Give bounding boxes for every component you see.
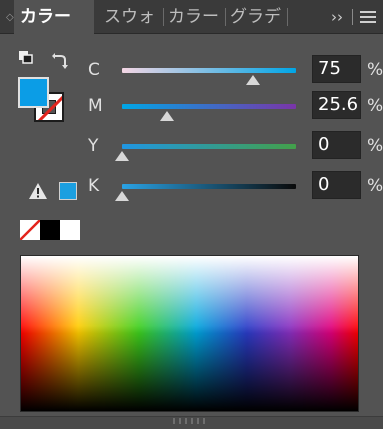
magenta-track[interactable]: [122, 104, 296, 109]
tab-color-label: カラー: [20, 7, 71, 27]
magenta-thumb[interactable]: [159, 111, 174, 121]
cyan-value-field[interactable]: 75: [312, 55, 361, 83]
tab-color[interactable]: カラー: [14, 0, 94, 35]
white-swatch[interactable]: [60, 220, 80, 240]
cyan-unit: %: [367, 60, 383, 80]
default-fill-stroke-icon[interactable]: [18, 50, 34, 64]
cyan-track[interactable]: [122, 68, 296, 73]
swap-fill-stroke-icon[interactable]: [52, 52, 70, 70]
black-unit: %: [367, 176, 383, 196]
tab-color-guide[interactable]: カラー: [168, 0, 224, 34]
collapse-panel-icon[interactable]: ◇: [6, 12, 14, 23]
tab-divider: [225, 8, 226, 26]
tab-overflow-button[interactable]: ››: [331, 0, 343, 34]
resize-grip-icon[interactable]: [171, 418, 211, 424]
black-track[interactable]: [122, 184, 296, 189]
black-thumb[interactable]: [115, 191, 129, 201]
tab-divider: [163, 8, 164, 26]
panel-menu-icon[interactable]: [360, 9, 376, 25]
cyan-slider-row: C 75 %: [88, 55, 383, 85]
cyan-label: C: [88, 60, 100, 80]
yellow-thumb[interactable]: [115, 151, 129, 161]
panel-tab-bar: ◇ カラー スウォ カラー グラデ ››: [0, 0, 383, 35]
menu-divider: [352, 9, 353, 25]
none-color-swatch[interactable]: [20, 220, 40, 240]
tab-swatches[interactable]: スウォ: [104, 0, 162, 34]
fill-swatch[interactable]: [18, 77, 49, 108]
black-swatch[interactable]: [40, 220, 60, 240]
quick-swatches: [20, 220, 80, 240]
cyan-thumb[interactable]: [245, 75, 260, 85]
color-spectrum-ramp[interactable]: [20, 255, 359, 412]
tab-color-guide-label: カラー: [168, 7, 219, 27]
tab-gradient-label: グラデ: [230, 7, 281, 27]
magenta-value-field[interactable]: 25.6: [312, 91, 361, 119]
tab-gradient[interactable]: グラデ: [230, 0, 286, 34]
magenta-slider-row: M 25.6 %: [88, 91, 383, 121]
magenta-unit: %: [367, 96, 383, 116]
yellow-label: Y: [88, 136, 99, 156]
websafe-color-swatch[interactable]: [59, 182, 77, 200]
black-value-field[interactable]: 0: [312, 171, 361, 199]
yellow-track[interactable]: [122, 144, 296, 149]
black-slider-row: K 0 %: [88, 171, 383, 201]
magenta-label: M: [88, 96, 103, 116]
yellow-value-field[interactable]: 0: [312, 131, 361, 159]
yellow-slider-row: Y 0 %: [88, 131, 383, 161]
tab-swatches-label: スウォ: [104, 7, 155, 27]
tab-divider: [287, 8, 288, 26]
black-label: K: [88, 176, 100, 196]
yellow-unit: %: [367, 136, 383, 156]
out-of-gamut-warning-icon[interactable]: [28, 182, 48, 200]
